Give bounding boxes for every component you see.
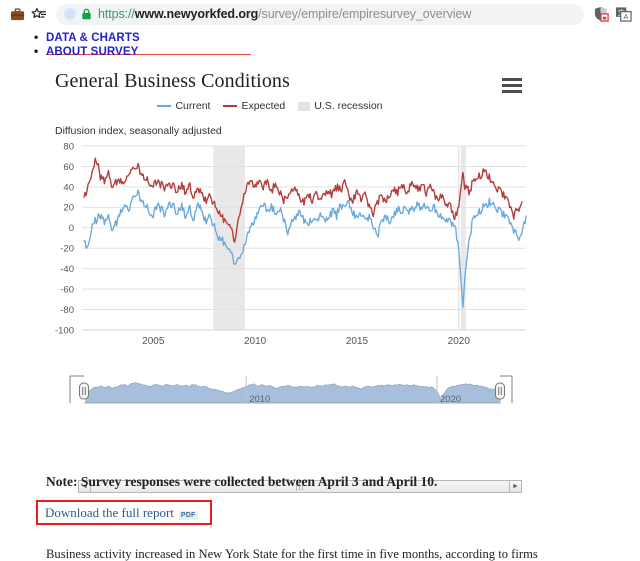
download-report-label: Download the full report [45, 505, 174, 520]
svg-text:A: A [623, 14, 628, 21]
legend-label-recession: U.S. recession [314, 100, 383, 112]
url-text: https://www.newyorkfed.org/survey/empire… [98, 7, 471, 21]
legend-swatch-recession [298, 101, 311, 111]
nav-item-about-survey[interactable]: ABOUT SURVEY [34, 45, 640, 60]
pdf-badge: PDF [178, 511, 198, 520]
bookmark-star-icon[interactable] [28, 3, 50, 25]
legend-label-current: Current [175, 100, 211, 112]
chart-menu-icon[interactable] [502, 78, 522, 93]
page-content: DATA & CHARTS ABOUT SURVEY General Busin… [0, 28, 640, 561]
legend-item-expected[interactable]: Expected [223, 100, 285, 112]
address-bar[interactable]: https://www.newyorkfed.org/survey/empire… [56, 3, 584, 25]
svg-text:2015: 2015 [346, 336, 369, 347]
svg-text:-80: -80 [60, 305, 74, 316]
chart-plot-svg[interactable]: 80 60 40 20 0 -20 -40 -60 -80 -100 2005 2010 2015 202… [0, 140, 540, 352]
paragraph-part-1: Business activity increased in New York … [46, 547, 538, 561]
survey-note: Note: Survey responses were collected be… [46, 474, 438, 489]
svg-text:60: 60 [63, 162, 74, 173]
chart-legend: Current Expected U.S. recession [0, 100, 540, 112]
url-path: /survey/empire/empiresurvey_overview [258, 7, 472, 21]
nav-item-data-charts[interactable]: DATA & CHARTS [34, 31, 640, 46]
download-report-link[interactable]: Download the full report PDF [45, 505, 198, 521]
chart-title: General Business Conditions [55, 70, 290, 92]
privacy-shield-icon[interactable] [590, 3, 612, 25]
chart-card: General Business Conditions Current Expe… [0, 68, 640, 493]
legend-line-current [157, 105, 172, 107]
chart-navigator[interactable]: 2010 2020 [62, 370, 520, 415]
svg-text:-40: -40 [60, 264, 74, 275]
translate-icon[interactable]: 文 A [612, 3, 634, 25]
url-scheme: https:// [98, 7, 135, 21]
page-load-indicator-icon [64, 8, 76, 20]
legend-line-expected [223, 105, 238, 107]
legend-item-current[interactable]: Current [157, 100, 210, 112]
svg-text:-20: -20 [60, 244, 74, 255]
url-host: www.newyorkfed.org [134, 7, 259, 21]
svg-text:-60: -60 [60, 285, 74, 296]
briefcase-icon[interactable] [6, 3, 28, 25]
svg-text:2005: 2005 [142, 336, 165, 347]
svg-text:40: 40 [63, 182, 74, 193]
navigator-handle-left [79, 382, 89, 400]
article-paragraph: Business activity increased in New York … [46, 546, 558, 561]
svg-text:-100: -100 [55, 325, 74, 336]
legend-label-expected: Expected [241, 100, 286, 112]
svg-text:0: 0 [69, 223, 74, 234]
browser-toolbar: https://www.newyorkfed.org/survey/empire… [0, 0, 640, 28]
svg-text:20: 20 [63, 203, 74, 214]
chart-plot-area[interactable]: 80 60 40 20 0 -20 -40 -60 -80 -100 2005 2010 2015 202… [0, 140, 540, 350]
svg-text:2020: 2020 [440, 394, 461, 405]
svg-text:2020: 2020 [448, 336, 471, 347]
chart-axis-note: Diffusion index, seasonally adjusted [55, 125, 222, 137]
section-nav: DATA & CHARTS ABOUT SURVEY [0, 28, 640, 59]
svg-text:2010: 2010 [249, 394, 270, 405]
lock-icon[interactable] [81, 8, 92, 20]
navigator-handle-right [495, 382, 505, 400]
svg-text:80: 80 [63, 141, 74, 152]
chart-navigator-svg[interactable]: 2010 2020 [62, 370, 520, 415]
legend-item-recession[interactable]: U.S. recession [298, 100, 383, 112]
scrollbar-right-arrow[interactable]: ► [509, 480, 522, 493]
svg-text:2010: 2010 [244, 336, 267, 347]
